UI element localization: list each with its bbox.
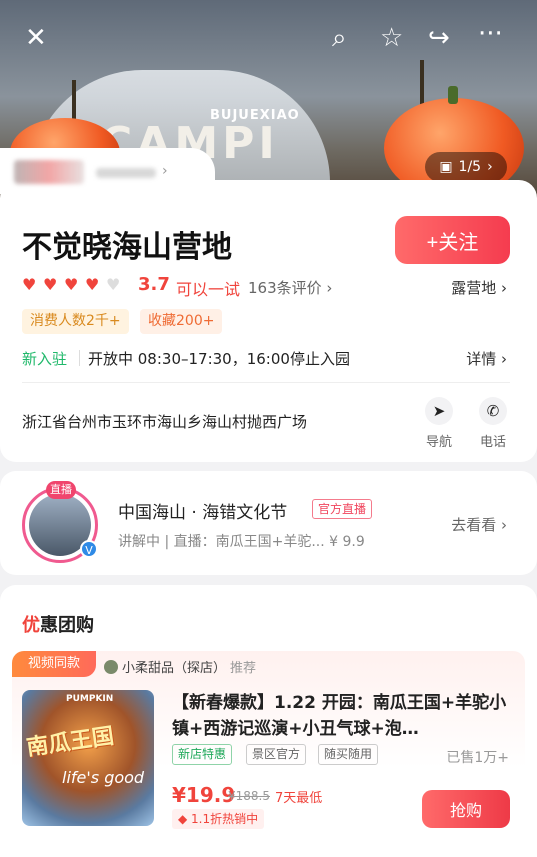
reviews-link[interactable]: 163条评价 › (248, 277, 332, 298)
recommender[interactable]: 小柔甜品（探店） 推荐 (104, 657, 256, 676)
original-price: ¥188.5 (228, 789, 270, 803)
thumb-title: 南瓜王国 (25, 723, 116, 761)
verified-icon: V (80, 540, 98, 558)
address[interactable]: 浙江省台州市玉环市海山乡海山村抛西广场 (22, 411, 307, 432)
go-watch-link[interactable]: 去看看 › (451, 514, 507, 535)
heart-icon: ♥ (106, 275, 121, 294)
live-title: 中国海山 · 海错文化节 (118, 503, 288, 523)
pumpkin-stem (448, 86, 458, 104)
image-icon: ▣ (439, 159, 453, 175)
detail-link[interactable]: 详情 › (466, 348, 507, 369)
heart-icon: ♥ (43, 275, 58, 294)
chevron-right-icon: › (487, 159, 493, 175)
rating-text: 可以一试 (176, 280, 241, 299)
close-icon[interactable]: ✕ (25, 24, 47, 52)
deal-tag-anytime: 随买随用 (318, 744, 379, 765)
recommender-name: 小柔甜品（探店） (122, 661, 227, 676)
rating-hearts: ♥ ♥ ♥ ♥ ♥ (22, 275, 123, 294)
live-subtitle: 讲解中 | 直播：南瓜王国+羊驼... ¥ 9.9 (118, 534, 365, 550)
image-counter: 1/5 (458, 159, 482, 175)
buy-button[interactable]: 抢购 (422, 790, 510, 828)
divider (22, 382, 510, 383)
hot-sale-badge: ◆ 1.1折热销中 (172, 809, 265, 829)
heart-icon: ♥ (85, 275, 100, 294)
share-icon[interactable]: ↪ (428, 24, 450, 52)
star-icon[interactable]: ☆ (380, 24, 403, 52)
tag-consumers: 消费人数2千+ (22, 309, 129, 334)
new-store-label: 新入驻 (22, 350, 68, 368)
navigate-label: 导航 (425, 435, 452, 450)
section-title: 优惠团购 (22, 611, 94, 637)
lowest-price-label: 7天最低 (275, 791, 323, 806)
follow-button[interactable]: +关注 (395, 216, 510, 264)
thumb-sign: PUMPKIN (66, 694, 114, 704)
recommender-avatar (104, 659, 118, 674)
tag-icon: ◆ (178, 812, 192, 826)
heart-icon: ♥ (22, 275, 37, 294)
chevron-right-icon: › (162, 163, 168, 179)
navigation-arrow-icon: ➤ (425, 397, 453, 425)
official-live-tag: 官方直播 (312, 499, 373, 519)
rating-score: 3.7 (138, 274, 170, 295)
phone-label: 电话 (479, 435, 506, 450)
search-icon[interactable]: ⌕ (332, 24, 347, 52)
phone-icon: ✆ (479, 397, 507, 425)
section-title-rest: 惠团购 (40, 615, 94, 636)
deal-tag-new: 新店特惠 (172, 744, 233, 765)
opening-hours: 开放中 08:30–17:30，16:00停止入园 (88, 350, 350, 368)
sold-count: 已售1万+ (446, 750, 509, 766)
blurred-text (96, 168, 156, 178)
image-counter-badge[interactable]: ▣ 1/5 › (425, 152, 507, 182)
deal-price: ¥19.9 (172, 783, 236, 807)
tag-favorites: 收藏200+ (140, 309, 223, 334)
deal-thumbnail[interactable]: PUMPKIN 南瓜王国 life's good (22, 690, 154, 826)
video-tag: 视频同款 (12, 651, 96, 677)
deal-tag-official: 景区官方 (246, 744, 307, 765)
recommender-suffix: 推荐 (230, 661, 257, 676)
navigate-button[interactable]: ➤ 导航 (414, 397, 464, 450)
heart-icon: ♥ (64, 275, 79, 294)
hot-sale-text: 1.1折热销中 (191, 812, 259, 826)
divider (79, 350, 80, 366)
blurred-avatar (14, 160, 84, 184)
deal-title[interactable]: 【新春爆款】1.22 开园：南瓜王国+羊驼小镇+西游记巡演+小丑气球+泡… (172, 690, 512, 742)
shop-name: 不觉晓海山营地 (22, 230, 232, 265)
section-title-first: 优 (22, 615, 40, 636)
thumb-caption: life's good (62, 768, 145, 787)
phone-button[interactable]: ✆ 电话 (468, 397, 518, 450)
live-badge: 直播 (46, 481, 76, 499)
more-icon[interactable]: ··· (478, 20, 503, 48)
category-link[interactable]: 露营地 › (451, 277, 507, 298)
